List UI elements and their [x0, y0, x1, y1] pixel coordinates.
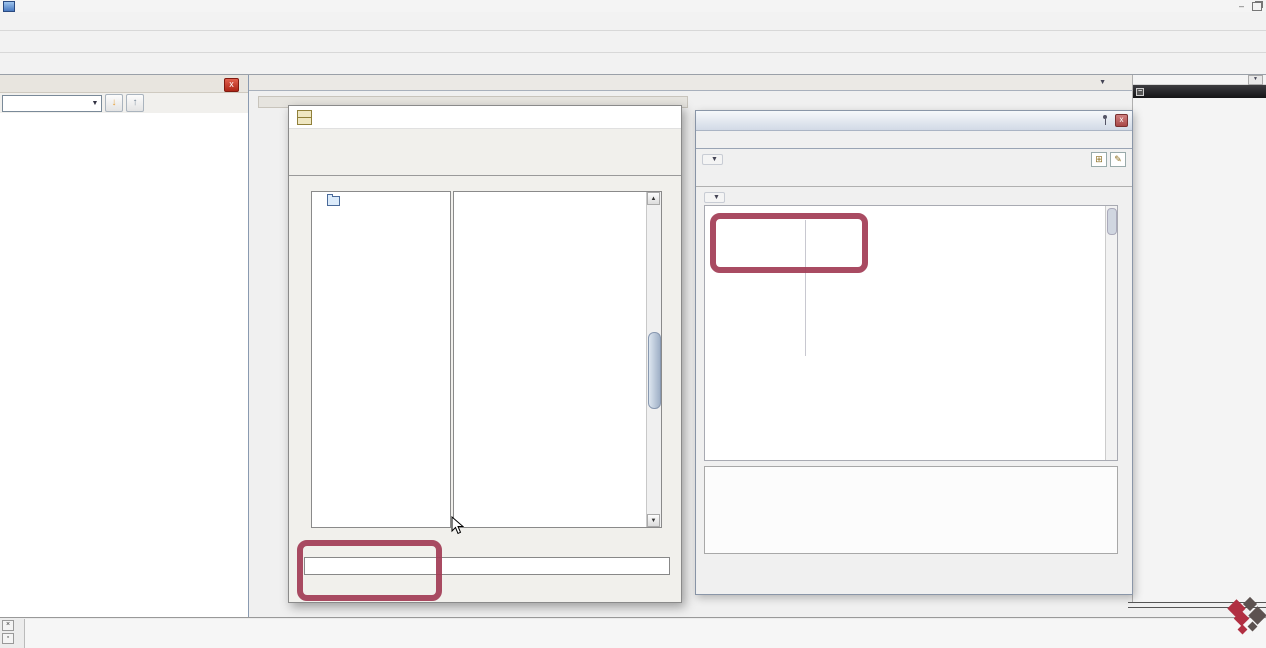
- app-icon: [3, 1, 15, 12]
- log-output[interactable]: [24, 619, 1266, 648]
- list-scrollbar[interactable]: ▲ ▼: [646, 192, 661, 527]
- chevron-down-icon: ▼: [89, 100, 101, 107]
- properties-view-combo[interactable]: ▼: [702, 154, 723, 165]
- model-view-combo[interactable]: ▼: [2, 95, 102, 112]
- edit-property-view-icon[interactable]: ✎: [1110, 152, 1126, 167]
- scrollbar-thumb[interactable]: [648, 332, 661, 409]
- float-output-icon[interactable]: ▫: [2, 633, 14, 644]
- annotation-highlight-input: [297, 540, 442, 601]
- property-subject-tabs: [696, 170, 1132, 187]
- browser-header: x: [0, 75, 248, 93]
- document-tabbar: ▼: [249, 75, 1132, 91]
- description-panel: [704, 466, 1118, 554]
- rhapsody-logo: [1222, 596, 1266, 644]
- browser-toolbar: ▼ ↓ ↑: [0, 93, 248, 114]
- dialog-icon: [297, 110, 312, 125]
- context-toolbar: [0, 31, 1266, 53]
- browser-close-button[interactable]: x: [224, 78, 239, 92]
- window-restore-button[interactable]: [1252, 2, 1262, 11]
- model-browser: x ▼ ↓ ↑: [0, 75, 249, 618]
- add-property-view-icon[interactable]: ⊞: [1091, 152, 1107, 167]
- table-panel-actions: [1133, 98, 1266, 103]
- tab-overflow-icon[interactable]: ▼: [1099, 79, 1106, 86]
- annotation-highlight-aggregates: [710, 213, 868, 273]
- view-filter-combo[interactable]: ▼: [704, 192, 725, 203]
- metaclass-group-tabs: [289, 156, 681, 176]
- scrollbar-thumb[interactable]: [1107, 208, 1117, 235]
- pin-icon[interactable]: [1101, 115, 1109, 126]
- output-controls: × ▫: [2, 620, 14, 644]
- locate-down-button[interactable]: ↓: [105, 94, 123, 112]
- filter-row: ▼: [696, 187, 1132, 206]
- panel-menu-icon[interactable]: ▼: [1248, 75, 1263, 85]
- rhapsody-window: – x ▼ ↓ ↑ ▼: [0, 0, 1266, 648]
- table-panel-top: ▼: [1133, 75, 1266, 85]
- scroll-down-icon[interactable]: ▼: [647, 514, 660, 527]
- menubar: –: [0, 0, 1266, 12]
- metaclass-list-panel: ▲ ▼: [453, 191, 662, 528]
- window-controls: –: [1239, 0, 1262, 11]
- close-output-icon[interactable]: ×: [2, 620, 14, 631]
- format-toolbar: [0, 53, 1266, 75]
- standard-toolbar: [0, 12, 1266, 31]
- feature-tabs: [696, 131, 1132, 149]
- table-panel: ▼ −: [1132, 75, 1266, 603]
- uml-tree-item[interactable]: [312, 192, 450, 206]
- stereotype-features-dialog: x ▼ ⊞ ✎ ▼: [695, 110, 1133, 595]
- dialog-close-button[interactable]: x: [1115, 114, 1128, 127]
- model-tree: [0, 113, 248, 618]
- metaclass-tree-panel[interactable]: [311, 191, 451, 528]
- folder-icon: [327, 196, 340, 206]
- dialog-menubar: [289, 129, 681, 151]
- chevron-down-icon: ▼: [711, 156, 718, 163]
- window-minimize-button[interactable]: –: [1239, 1, 1244, 11]
- mouse-cursor: [451, 516, 464, 538]
- properties-scrollbar[interactable]: [1105, 206, 1117, 460]
- properties-view-row: ▼ ⊞ ✎: [696, 149, 1132, 170]
- table-panel-header[interactable]: −: [1133, 85, 1266, 98]
- output-bar: × ▫: [0, 617, 1266, 648]
- locate-up-button[interactable]: ↑: [126, 94, 144, 112]
- metaclasses-editor-dialog: ▲ ▼: [288, 105, 682, 603]
- dialog-titlebar[interactable]: x: [696, 111, 1132, 131]
- dialog-titlebar[interactable]: [289, 106, 681, 129]
- collapse-panel-icon[interactable]: −: [1136, 88, 1144, 96]
- scroll-up-icon[interactable]: ▲: [647, 192, 660, 205]
- view-action-icons: ⊞ ✎: [1091, 152, 1126, 167]
- metaclass-list: [456, 193, 646, 526]
- chevron-down-icon: ▼: [713, 194, 720, 201]
